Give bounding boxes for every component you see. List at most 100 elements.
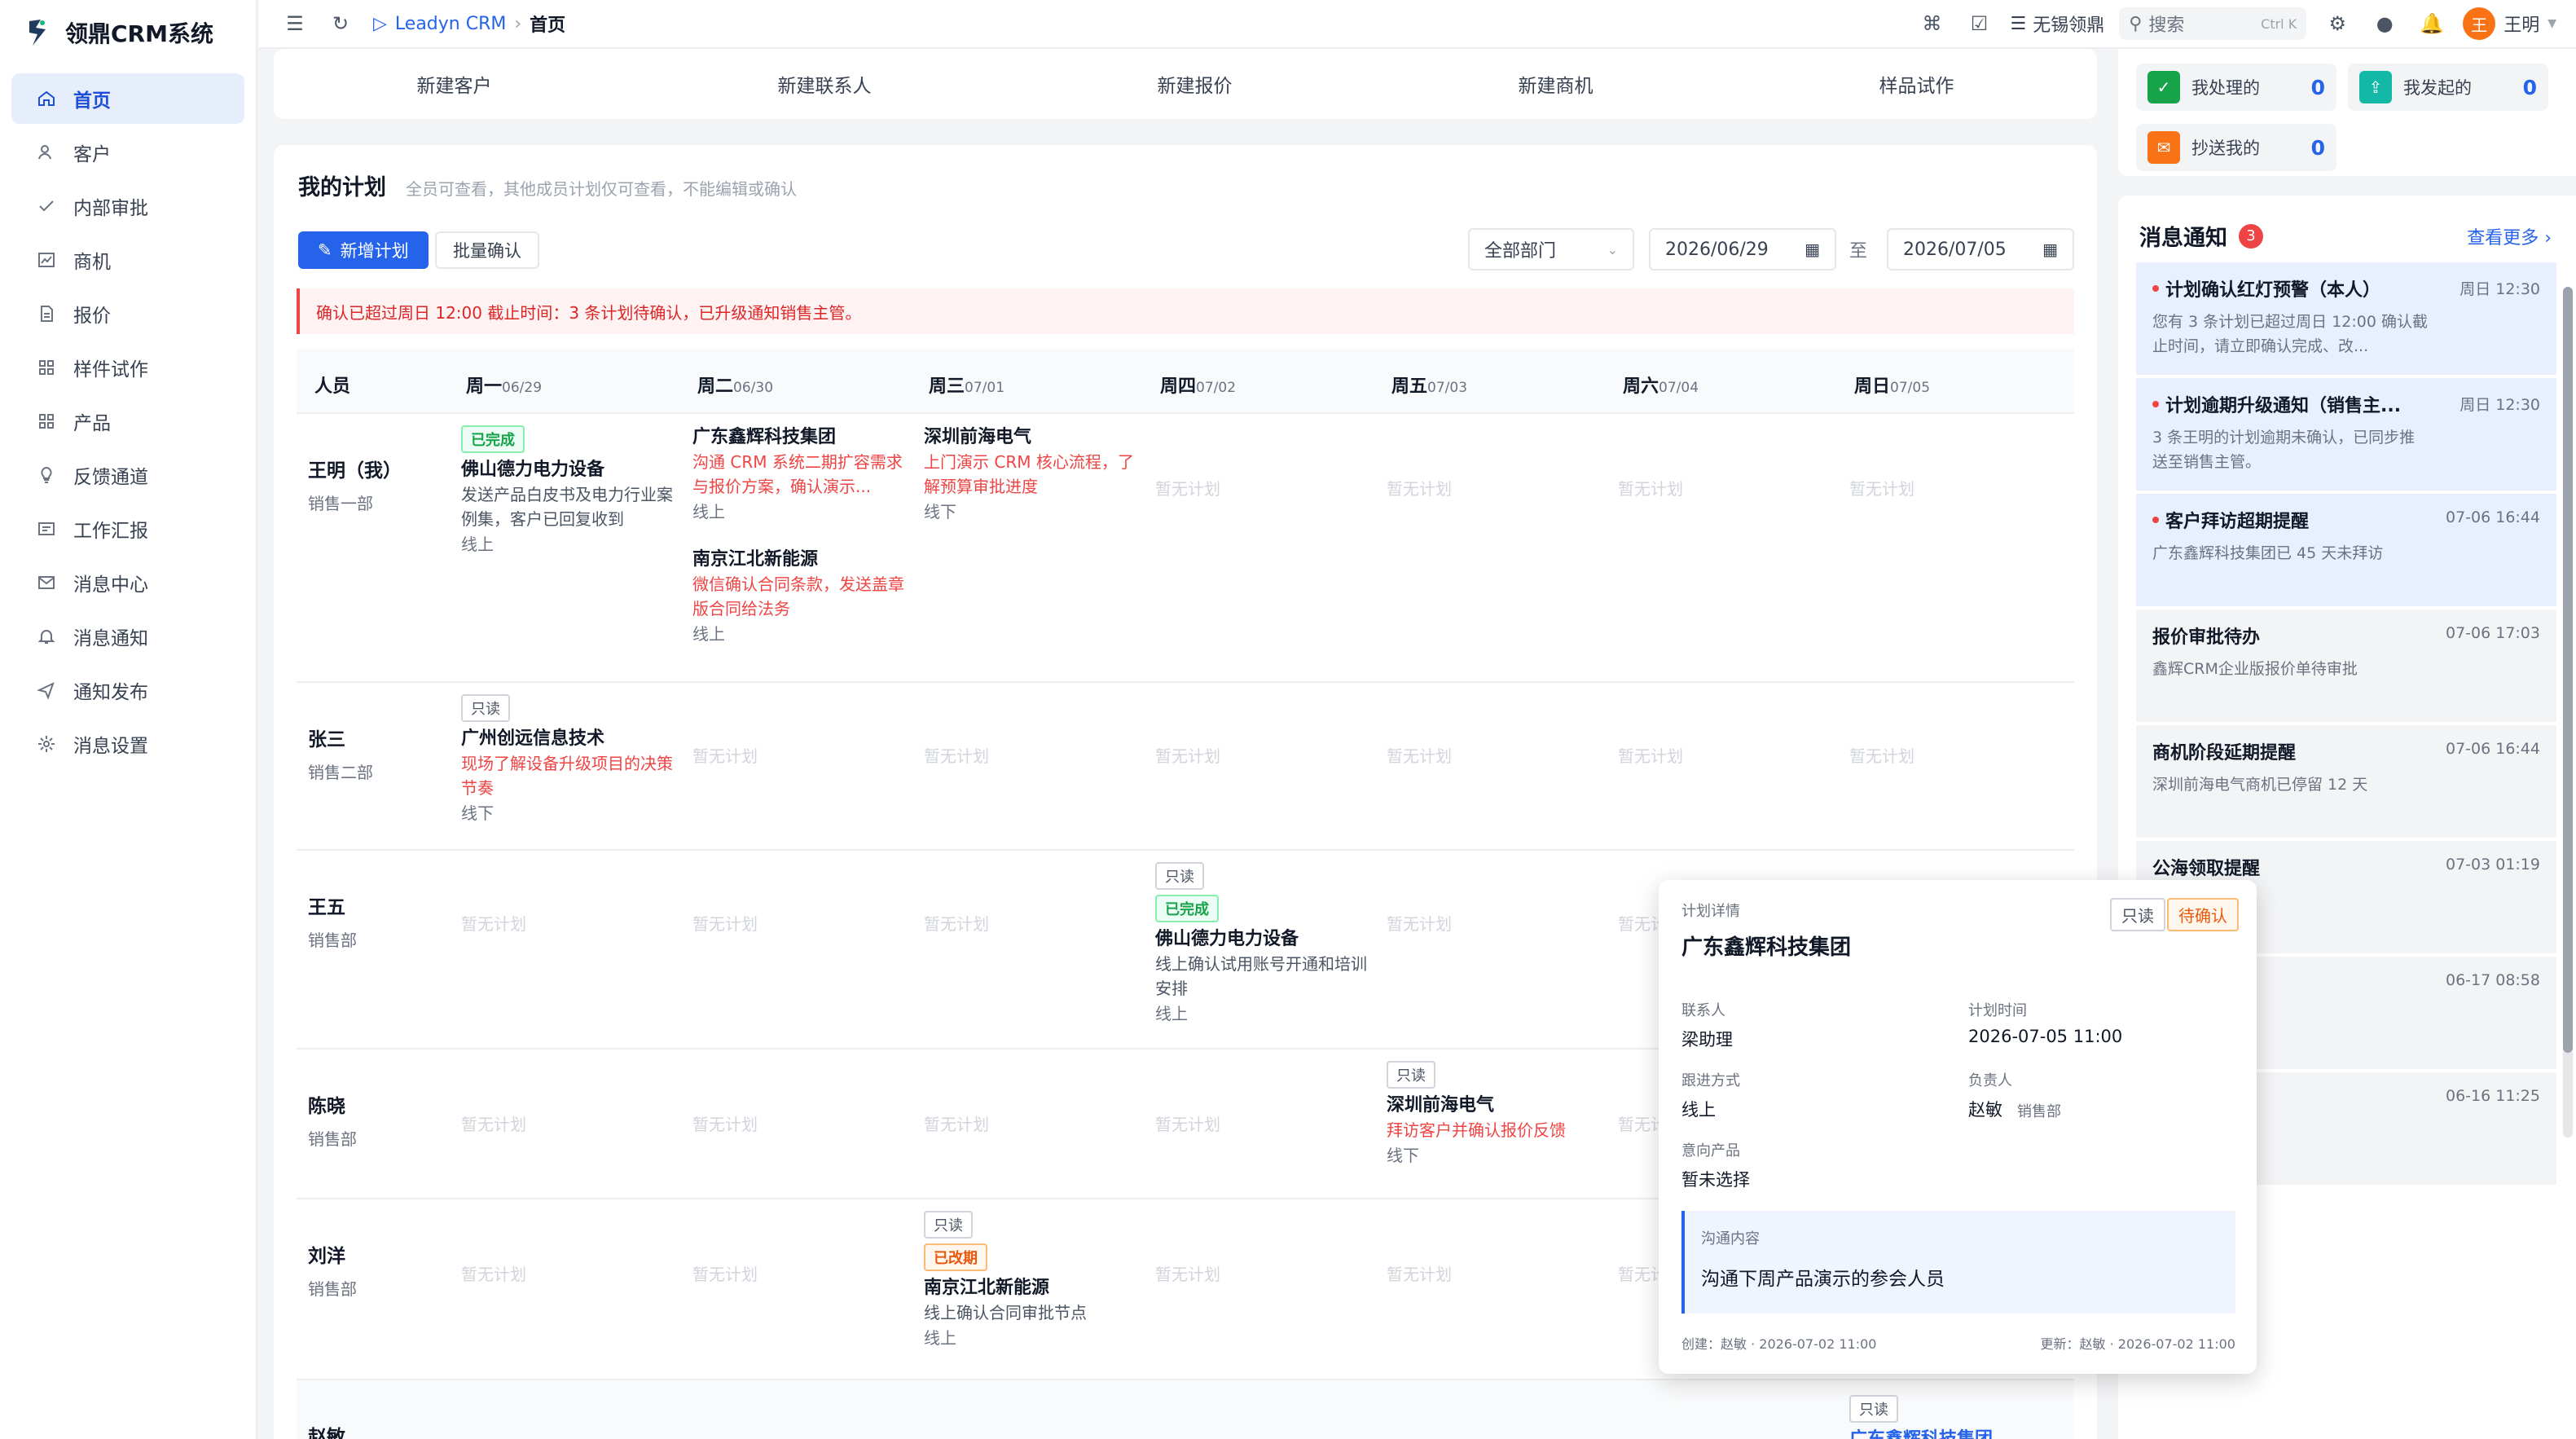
notification-title: 计划确认红灯预警（本人） — [2165, 280, 2381, 301]
sidebar-item-label: 首页 — [73, 90, 111, 112]
date-to-input[interactable]: 2026/07/05 ▦ — [1887, 228, 2074, 271]
day-name: 周四 — [1160, 376, 1197, 397]
plan-entry[interactable]: 深圳前海电气 上门演示 CRM 核心流程，了解预算审批进度 线下 — [924, 425, 1136, 525]
plan-entry[interactable]: 广东鑫辉科技集团 沟通 CRM 系统二期扩容需求与报价方案，确认演示... 线上 — [692, 425, 904, 525]
check-icon — [36, 196, 57, 217]
sidebar-item-label: 工作汇报 — [73, 521, 148, 542]
col-day-wed: 周三07/01 — [929, 372, 1004, 398]
sidebar-item-customers[interactable]: 客户 — [11, 127, 244, 178]
todo-started-by-me[interactable]: ⇪ 我发起的 0 — [2348, 64, 2548, 111]
notification-item[interactable]: 计划确认红灯预警（本人） 周日 12:30 您有 3 条计划已超过周日 12:0… — [2136, 262, 2556, 375]
command-icon[interactable]: ⌘ — [1915, 7, 1948, 40]
brand-logo-icon — [29, 20, 46, 46]
plan-row-zhaomin: 赵敏 只读 广东鑫辉科技集团 — [297, 1380, 2074, 1439]
sidebar-item-reports[interactable]: 工作汇报 — [11, 504, 244, 554]
empty-plan: 暂无计划 — [1849, 746, 1914, 766]
plan-entry[interactable]: 南京江北新能源 微信确认合同条款，发送盖章版合同给法务 线上 — [692, 548, 904, 647]
quick-new-quote[interactable]: 新建报价 — [1158, 70, 1233, 98]
col-day-sun: 周日07/05 — [1854, 372, 1930, 398]
sidebar-item-label: 消息通知 — [73, 628, 148, 649]
bell-icon[interactable]: 🔔 — [2416, 7, 2448, 40]
plan-entry-desc: 上门演示 CRM 核心流程，了解预算审批进度 — [924, 452, 1134, 496]
empty-plan: 暂无计划 — [692, 746, 758, 766]
date-from-input[interactable]: 2026/06/29 ▦ — [1649, 228, 1836, 271]
sidebar-item-approval[interactable]: 内部审批 — [11, 181, 244, 231]
empty-plan: 暂无计划 — [1155, 746, 1220, 766]
person-dept: 销售部 — [308, 1129, 357, 1149]
collapse-sidebar-icon[interactable]: ☰ — [279, 7, 311, 40]
search-input[interactable]: ⚲ 搜索 Ctrl K — [2119, 7, 2307, 40]
check-icon: ✓ — [2147, 71, 2180, 103]
plan-entry-mode: 线上 — [1155, 1004, 1188, 1023]
grid-icon — [36, 357, 57, 378]
owner-value: 赵敏 — [1968, 1100, 2002, 1120]
view-more-link[interactable]: 查看更多 › — [2467, 223, 2552, 249]
empty-plan: 暂无计划 — [461, 1115, 526, 1134]
notification-item[interactable]: 客户拜访超期提醒 07-06 16:44 广东鑫辉科技集团已 45 天未拜访 — [2136, 494, 2556, 606]
quick-new-contact[interactable]: 新建联系人 — [778, 70, 872, 98]
sidebar-item-message-settings[interactable]: 消息设置 — [11, 719, 244, 769]
add-plan-button[interactable]: ✎ 新增计划 — [298, 231, 429, 269]
notification-time: 06-17 08:58 — [2445, 971, 2540, 989]
breadcrumb: ▷ Leadyn CRM › 首页 — [373, 11, 565, 37]
calendar-icon: ▦ — [2042, 240, 2058, 259]
plan-entry[interactable]: 只读 深圳前海电气 拜访客户并确认报价反馈 线下 — [1387, 1061, 1598, 1168]
person-name: 王五 — [308, 897, 345, 918]
notification-title: 商机阶段延期提醒 — [2152, 743, 2297, 764]
user-menu[interactable]: 王 王明 ▼ — [2463, 7, 2556, 40]
sidebar-item-message-center[interactable]: 消息中心 — [11, 557, 244, 608]
plan-entry[interactable]: 只读 广东鑫辉科技集团 — [1849, 1395, 2061, 1439]
plan-entry-desc: 沟通 CRM 系统二期扩容需求与报价方案，确认演示... — [692, 452, 903, 496]
sidebar-nav: 首页 客户 内部审批 商机 报价 样件试作 产品 反馈通道 工作汇报 消息中心 … — [0, 65, 256, 781]
notification-item[interactable]: 报价审批待办 07-06 17:03 鑫辉CRM企业版报价单待审批 — [2136, 609, 2556, 722]
sidebar-item-quotes[interactable]: 报价 — [11, 288, 244, 339]
notification-item[interactable]: 计划逾期升级通知（销售主... 周日 12:30 3 条王明的计划逾期未确认，已… — [2136, 378, 2556, 491]
sidebar-item-samples[interactable]: 样件试作 — [11, 342, 244, 393]
sidebar-item-products[interactable]: 产品 — [11, 396, 244, 447]
topbar-actions: ⌘ ☑ ☰ 无锡领鼎 ⚲ 搜索 Ctrl K ⚙ ● 🔔 王 王明 ▼ — [1915, 7, 2556, 40]
plan-entry[interactable]: 只读 已改期 南京江北新能源 线上确认合同审批节点 线上 — [924, 1211, 1136, 1351]
tag-pending: 待确认 — [2167, 898, 2239, 931]
refresh-icon[interactable]: ↻ — [324, 7, 357, 40]
sidebar-item-label: 通知发布 — [73, 682, 148, 703]
notification-body: 3 条王明的计划逾期未确认，已同步推送至销售主管。 — [2152, 429, 2416, 471]
notification-body: 深圳前海电气商机已停留 12 天 — [2152, 776, 2368, 794]
checkbox-icon[interactable]: ☑ — [1963, 7, 1995, 40]
status-tag-completed: 已完成 — [1155, 895, 1219, 922]
col-day-thu: 周四07/02 — [1160, 372, 1236, 398]
quick-new-customer[interactable]: 新建客户 — [417, 70, 492, 98]
home-icon — [36, 88, 57, 109]
sidebar-item-opportunities[interactable]: 商机 — [11, 235, 244, 285]
plan-grid-header: 人员 周一06/29 周二06/30 周三07/01 周四07/02 周五07/… — [297, 349, 2074, 414]
plan-entry[interactable]: 只读 已完成 佛山德力电力设备 线上确认试用账号开通和培训安排 线上 — [1155, 862, 1367, 1027]
breadcrumb-root[interactable]: Leadyn CRM — [395, 14, 506, 34]
batch-confirm-button[interactable]: 批量确认 — [435, 231, 539, 269]
quick-new-opportunity[interactable]: 新建商机 — [1519, 70, 1594, 98]
empty-plan: 暂无计划 — [924, 746, 989, 766]
time-label: 计划时间 — [1968, 1002, 2027, 1019]
sidebar-item-publish[interactable]: 通知发布 — [11, 665, 244, 715]
chevron-down-icon: ▼ — [2547, 17, 2556, 30]
quick-sample[interactable]: 样品试作 — [1879, 70, 1954, 98]
sidebar-item-notifications[interactable]: 消息通知 — [11, 611, 244, 662]
todo-cc-me[interactable]: ✉ 抄送我的 0 — [2136, 124, 2336, 171]
plan-entry-customer: 广东鑫辉科技集团 — [1849, 1428, 2061, 1439]
sidebar-item-home[interactable]: 首页 — [11, 73, 244, 124]
notification-item[interactable]: 商机阶段延期提醒 07-06 16:44 深圳前海电气商机已停留 12 天 — [2136, 725, 2556, 838]
todo-handled-by-me[interactable]: ✓ 我处理的 0 — [2136, 64, 2336, 111]
notification-body: 您有 3 条计划已超过周日 12:00 确认截止时间，请立即确认完成、改... — [2152, 313, 2429, 355]
day-name: 周五 — [1391, 376, 1428, 397]
brand[interactable]: 领鼎CRM系统 — [0, 0, 256, 65]
plan-entry-customer: 佛山德力电力设备 — [1155, 929, 1299, 949]
sidebar-item-feedback[interactable]: 反馈通道 — [11, 450, 244, 500]
sidebar-item-label: 产品 — [73, 413, 111, 434]
settings-icon[interactable]: ⚙ — [2321, 7, 2354, 40]
org-switcher[interactable]: ☰ 无锡领鼎 — [2010, 11, 2104, 37]
notifications-scrollbar[interactable] — [2563, 287, 2573, 1053]
department-select-value: 全部部门 — [1484, 241, 1557, 262]
plan-entry[interactable]: 只读 广州创远信息技术 现场了解设备升级项目的决策节奏 线下 — [461, 694, 673, 826]
plan-entry[interactable]: 已完成 佛山德力电力设备 发送产品白皮书及电力行业案例集，客户已回复收到 线上 — [461, 425, 673, 557]
day-date: 07/03 — [1427, 380, 1468, 396]
theme-toggle-icon[interactable]: ● — [2368, 7, 2401, 40]
department-select[interactable]: 全部部门 ⌄ — [1468, 228, 1634, 271]
